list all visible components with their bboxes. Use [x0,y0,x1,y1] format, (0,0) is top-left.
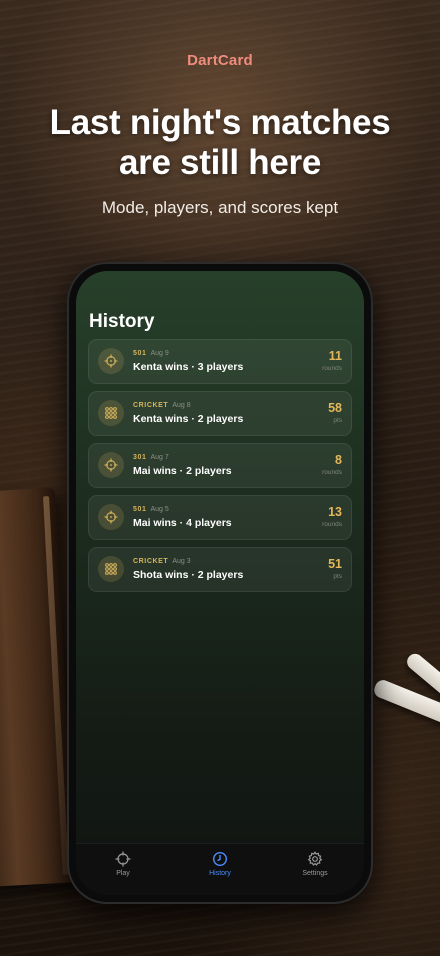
tab-label: History [209,870,231,877]
match-summary: Kenta wins · 2 players [133,413,244,425]
gear-icon [285,851,345,867]
match-card[interactable]: CRICKET Aug 3 Shota wins · 2 players 51 p… [88,547,352,592]
match-score-unit: pts [333,573,342,580]
match-mode: CRICKET [133,558,169,565]
match-summary: Mai wins · 2 players [133,465,232,477]
match-card[interactable]: 501 Aug 5 Mai wins · 4 players 13 rounds [88,495,352,540]
match-mode: CRICKET [133,402,169,409]
match-score: 11 [328,349,342,363]
match-list: 501 Aug 9 Kenta wins · 3 players 11 round… [88,339,352,599]
match-date: Aug 8 [172,402,191,409]
headline-line-2: are still here [118,143,322,182]
crosshair-icon [98,504,124,530]
crosshair-icon [93,851,153,867]
crosshair-icon [98,348,124,374]
crosshair-icon [98,452,124,478]
match-score: 8 [335,453,342,467]
page-title: History [89,311,155,332]
match-mode: 301 [133,454,147,461]
match-score-unit: rounds [322,365,342,372]
headline: Last night's matches are still here [0,103,440,183]
match-score-unit: pts [333,417,342,424]
match-score-unit: rounds [322,521,342,528]
match-mode: 501 [133,350,147,357]
match-card[interactable]: 301 Aug 7 Mai wins · 2 players 8 rounds [88,443,352,488]
tab-settings[interactable]: Settings [285,851,345,877]
headline-line-1: Last night's matches [49,103,391,142]
grid-dots-icon [98,556,124,582]
app-screen: History 501 Aug 9 Kenta wins · 3 players … [76,271,364,895]
tab-history[interactable]: History [190,851,250,877]
match-card[interactable]: 501 Aug 9 Kenta wins · 3 players 11 round… [88,339,352,384]
match-score-unit: rounds [322,469,342,476]
match-date: Aug 5 [150,506,169,513]
match-summary: Mai wins · 4 players [133,517,232,529]
phone-frame: History 501 Aug 9 Kenta wins · 3 players … [67,262,373,904]
brand-name: DartCard [187,52,253,69]
match-date: Aug 9 [150,350,169,357]
tab-bar: Play History Settings [76,843,364,895]
match-date: Aug 3 [172,558,191,565]
clock-icon [190,851,250,867]
match-score: 51 [328,557,342,571]
match-score: 13 [328,505,342,519]
tab-label: Play [116,870,130,877]
match-score: 58 [328,401,342,415]
tab-play[interactable]: Play [93,851,153,877]
tab-label: Settings [302,870,328,877]
grid-dots-icon [98,400,124,426]
match-date: Aug 7 [150,454,169,461]
match-summary: Kenta wins · 3 players [133,361,244,373]
match-card[interactable]: CRICKET Aug 8 Kenta wins · 2 players 58 p… [88,391,352,436]
match-mode: 501 [133,506,147,513]
match-summary: Shota wins · 2 players [133,569,244,581]
subheadline: Mode, players, and scores kept [101,198,339,217]
